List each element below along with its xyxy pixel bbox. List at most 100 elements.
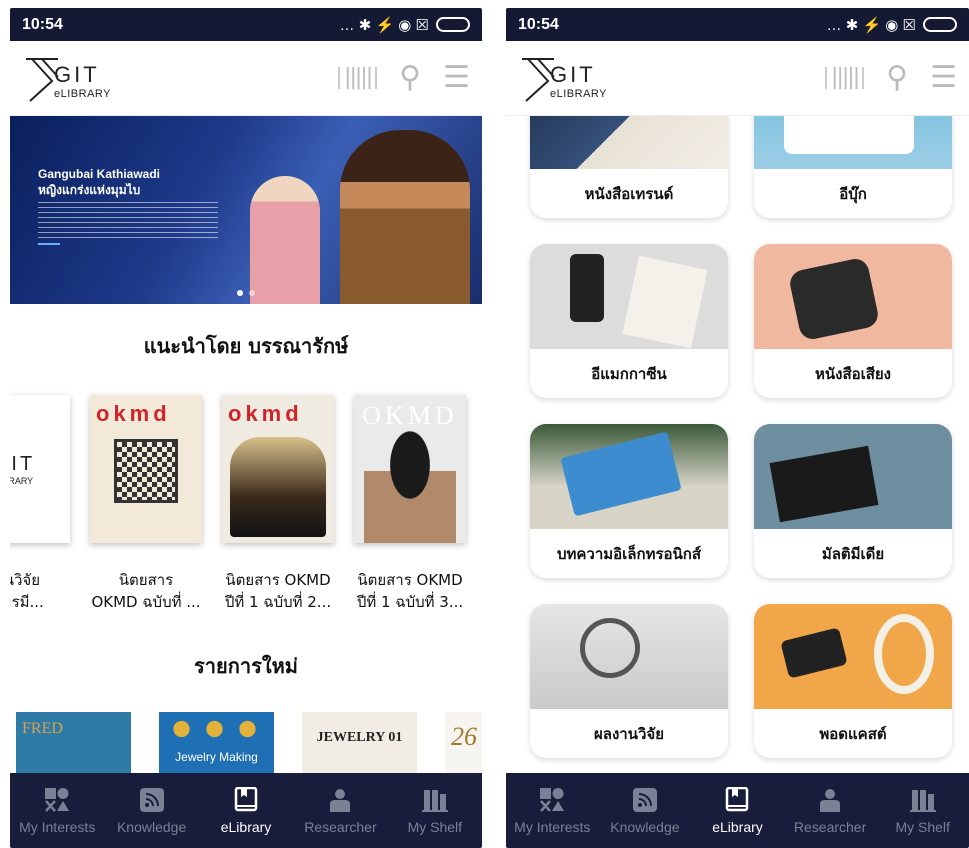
carousel-dot-active[interactable] — [237, 290, 243, 296]
status-indicator-icons: … ✱ ⚡ ◉ ☒ — [826, 16, 916, 34]
category-image — [530, 424, 728, 529]
bottom-tab-bar: My Interests Knowledge eLibrary Research… — [506, 773, 969, 848]
researcher-icon — [327, 787, 353, 813]
banner-title: Gangubai Kathiawadi หญิงแกร่งแห่งมุมไบ — [38, 166, 160, 198]
battery-icon — [436, 17, 470, 32]
logo-name: GIT — [54, 62, 100, 87]
book-title-line1: นิตยสาร OKMD — [357, 571, 463, 589]
cover-photo — [230, 437, 326, 537]
new-item-cover[interactable]: JEWELRY 01 — [302, 712, 417, 782]
book-title-line1: งานวิจัย — [10, 571, 40, 589]
book-title: นิตยสาร OKMD ปีที่ 1 ฉบับที่ 3... — [354, 569, 466, 613]
shelf-icon — [421, 787, 448, 813]
tab-label: eLibrary — [220, 818, 272, 835]
book-item[interactable]: OKMD นิตยสาร OKMD ปีที่ 1 ฉบับที่ 3... — [354, 395, 466, 613]
phone-shape — [780, 627, 848, 679]
book-item[interactable]: okmd นิตยสาร OKMD ฉบับที่ ... — [90, 395, 202, 613]
book-item[interactable]: okmd นิตยสาร OKMD ปีที่ 1 ฉบับที่ 2... — [222, 395, 334, 613]
researcher-icon — [817, 787, 843, 813]
tab-elibrary[interactable]: eLibrary — [199, 773, 293, 848]
cover-photo — [364, 423, 456, 543]
featured-banner[interactable]: Gangubai Kathiawadi หญิงแกร่งแห่งมุมไบ — [10, 116, 482, 304]
tab-label: Researcher — [793, 818, 867, 835]
status-bar: 10:54 … ✱ ⚡ ◉ ☒ — [10, 8, 482, 41]
book-cover: OKMD — [354, 395, 466, 543]
category-card-earticle[interactable]: บทความอิเล็กทรอนิกส์ — [530, 424, 728, 578]
search-icon[interactable]: ⚲ — [886, 63, 908, 93]
tab-knowledge[interactable]: Knowledge — [599, 773, 692, 848]
book-cover: GIT LIBRARY — [10, 395, 70, 543]
banner-figure-woman-standing — [250, 176, 320, 304]
category-label: พอดแคสต์ — [819, 724, 887, 743]
book-title: งานวิจัย มการมี... — [10, 569, 70, 613]
category-card-audiobook[interactable]: หนังสือเสียง — [754, 244, 952, 398]
tab-knowledge[interactable]: Knowledge — [104, 773, 198, 848]
book-icon — [233, 786, 259, 813]
tab-elibrary[interactable]: eLibrary — [691, 773, 784, 848]
phone-shape — [570, 254, 604, 322]
category-card-podcast[interactable]: พอดแคสต์ — [754, 604, 952, 758]
book-cover: okmd — [222, 395, 334, 543]
category-card-emagazine[interactable]: อีแมกกาซีน — [530, 244, 728, 398]
new-item-cover[interactable]: FRED — [16, 712, 131, 782]
tab-label: My Interests — [514, 818, 591, 835]
tab-label: My Interests — [19, 818, 96, 835]
category-image — [754, 424, 952, 529]
shelf-icon — [909, 787, 936, 813]
tab-my-interests[interactable]: My Interests — [506, 773, 599, 848]
cover-masthead: OKMD — [362, 401, 458, 430]
carousel-dot[interactable] — [249, 290, 255, 296]
tab-my-shelf[interactable]: My Shelf — [388, 773, 482, 848]
menu-icon[interactable]: ☰ — [443, 63, 470, 93]
logo-subtitle: eLIBRARY — [54, 88, 111, 100]
tab-label: My Shelf — [407, 818, 463, 835]
tab-researcher[interactable]: Researcher — [293, 773, 387, 848]
category-label: บทความอิเล็กทรอนิกส์ — [556, 544, 702, 563]
recommended-book-list: GIT LIBRARY งานวิจัย มการมี... okmd นิตย… — [10, 395, 482, 613]
banner-figure-woman-seated — [340, 130, 470, 304]
recommended-section-title: แนะนำโดย บรรณารักษ์ — [143, 334, 349, 358]
status-indicator-icons: … ✱ ⚡ ◉ ☒ — [339, 16, 429, 34]
book-title-line2: OKMD ฉบับที่ ... — [91, 593, 201, 611]
new-items-list: FRED Jewelry Making JEWELRY 01 26 — [10, 712, 482, 782]
tab-researcher[interactable]: Researcher — [784, 773, 877, 848]
cover-logo-text: GIT — [10, 452, 36, 475]
git-elibrary-logo[interactable]: GIT eLIBRARY — [22, 51, 338, 105]
banner-title-en: Gangubai Kathiawadi — [38, 167, 161, 181]
logo-subtitle: eLIBRARY — [550, 88, 607, 100]
new-item-label: Jewelry Making — [175, 750, 258, 764]
tab-label: Researcher — [304, 818, 377, 835]
feed-icon — [139, 787, 165, 813]
tab-label: eLibrary — [712, 818, 763, 835]
tab-my-interests[interactable]: My Interests — [10, 773, 104, 848]
barcode-scan-icon[interactable]: ||||| — [338, 67, 378, 89]
interests-icon — [539, 787, 565, 813]
barcode-scan-icon[interactable]: ||||| — [825, 67, 865, 89]
new-item-cover[interactable]: 26 — [445, 712, 482, 782]
feed-icon — [632, 787, 658, 813]
git-elibrary-logo[interactable]: GIT eLIBRARY — [518, 51, 825, 105]
book-title-line1: นิตยสาร — [118, 571, 174, 589]
category-image — [754, 244, 952, 349]
new-item-cover[interactable]: Jewelry Making — [159, 712, 274, 782]
category-card-research[interactable]: ผลงานวิจัย — [530, 604, 728, 758]
status-bar: 10:54 … ✱ ⚡ ◉ ☒ — [506, 8, 969, 41]
banner-read-more-link[interactable] — [38, 243, 60, 245]
tab-label: My Shelf — [895, 818, 950, 835]
tab-label: Knowledge — [116, 818, 187, 835]
player-shape — [787, 256, 881, 342]
banner-description-lines — [38, 202, 218, 238]
search-icon[interactable]: ⚲ — [399, 63, 421, 93]
status-time: 10:54 — [518, 15, 559, 33]
tab-my-shelf[interactable]: My Shelf — [876, 773, 969, 848]
category-label: อีแมกกาซีน — [591, 364, 667, 383]
book-item[interactable]: GIT LIBRARY งานวิจัย มการมี... — [10, 395, 70, 613]
cover-masthead: okmd — [96, 401, 171, 426]
battery-icon — [923, 17, 957, 32]
category-grid: หนังสือเทรนด์ อีบุ๊ก อีแมกกาซีน หนังสือเ… — [530, 64, 957, 758]
menu-icon[interactable]: ☰ — [930, 63, 957, 93]
status-time: 10:54 — [22, 15, 63, 33]
book-title-line2: มการมี... — [10, 593, 44, 611]
phone-screen-right: 10:54 … ✱ ⚡ ◉ ☒ หนังสือเทรนด์ อีบุ๊ก อีแ… — [506, 8, 969, 848]
category-card-multimedia[interactable]: มัลติมีเดีย — [754, 424, 952, 578]
